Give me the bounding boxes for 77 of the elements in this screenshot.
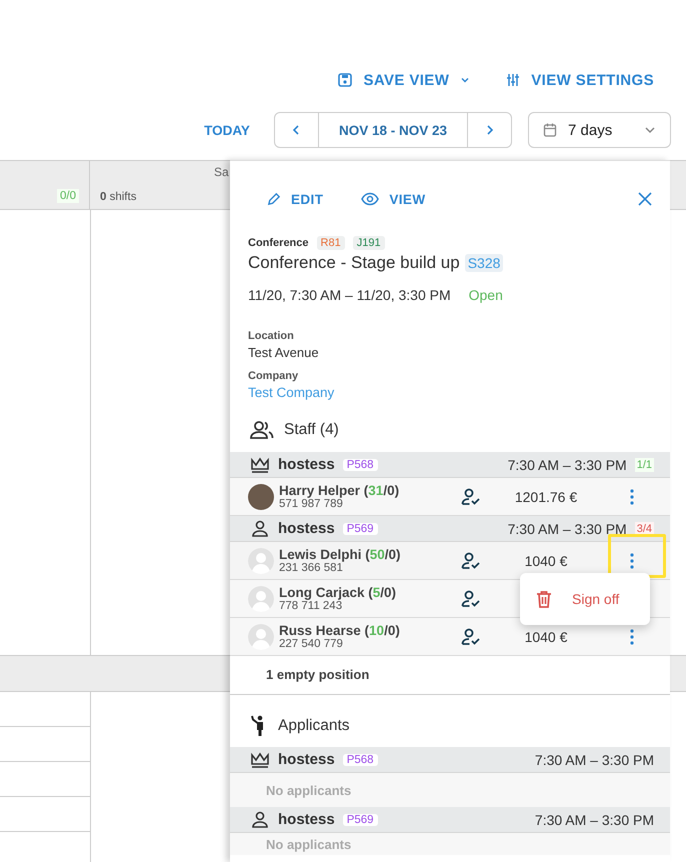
staff-name: Long Carjack (5/0) [279, 585, 398, 600]
pencil-icon [266, 192, 281, 206]
pay-amount: 1201.76 € [514, 488, 578, 504]
shift-time: 7:30 AM – 3:30 PM [534, 752, 654, 768]
crown-icon [250, 456, 270, 474]
avatar-icon [248, 548, 274, 574]
today-button[interactable]: TODAY [204, 122, 250, 138]
category-label: Conference [248, 237, 309, 249]
location-value: Test Avenue [247, 344, 320, 360]
close-button[interactable] [638, 192, 652, 206]
status-label: Open [468, 287, 503, 303]
role-name: hostess [278, 520, 335, 537]
role-name: hostess [278, 811, 335, 828]
person-check-icon [461, 488, 481, 506]
person-check-icon [461, 552, 481, 570]
more-options-icon [630, 552, 634, 568]
position-code: P568 [342, 754, 378, 766]
eye-icon [361, 192, 380, 206]
tag: R81 [316, 236, 345, 250]
pay-amount: 1040 € [524, 552, 568, 568]
empty-note: No applicants [266, 836, 352, 852]
sign-off-menu-item[interactable]: Sign off [520, 573, 650, 625]
phone-number: 571 987 789 [279, 498, 344, 510]
position-code: P568 [342, 458, 378, 470]
edit-button[interactable]: EDIT [266, 192, 324, 206]
avatar-icon [248, 624, 274, 650]
save-view-button[interactable]: SAVE VIEW [337, 68, 472, 92]
person-check-icon [461, 628, 481, 646]
field-label: Company [247, 369, 300, 382]
filled-count: 3/4 [634, 522, 654, 536]
phone-number: 227 540 779 [279, 638, 344, 650]
tag: J191 [352, 236, 385, 250]
field-label: Location [247, 329, 295, 342]
more-options-icon [630, 628, 634, 644]
shift-datetime: 11/20, 7:30 AM – 11/20, 3:30 PM [248, 287, 451, 303]
staff-name: Lewis Delphi (50/0) [279, 547, 402, 562]
filled-count: 1/1 [634, 458, 654, 472]
person-icon [250, 520, 270, 538]
shift-count-badge: 0/0 [57, 189, 79, 203]
role-name: hostess [278, 751, 335, 768]
shift-time: 7:30 AM – 3:30 PM [534, 812, 654, 828]
role-name: hostess [278, 456, 335, 473]
phone-number: 231 366 581 [279, 562, 344, 574]
date-range-button[interactable]: NOV 18 - NOV 23 [318, 113, 468, 147]
sliders-icon [505, 72, 522, 88]
period-dropdown[interactable]: 7 days [528, 112, 671, 148]
position-code: P569 [342, 522, 378, 534]
avatar-icon [248, 586, 274, 612]
trash-icon [536, 590, 552, 608]
position-code: P569 [342, 814, 378, 826]
shift-time: 7:30 AM – 3:30 PM [508, 456, 627, 472]
empty-position-note: 1 empty position [230, 656, 670, 695]
close-icon [638, 192, 652, 206]
shift-time: 7:30 AM – 3:30 PM [508, 520, 627, 536]
view-settings-button[interactable]: VIEW SETTINGS [505, 68, 654, 92]
person-icon [250, 810, 270, 828]
day-heading: Sa [214, 165, 229, 179]
calendar-icon [542, 122, 558, 138]
photo-placeholder [248, 484, 274, 510]
empty-note: No applicants [266, 782, 352, 798]
people-icon [250, 420, 274, 440]
staff-name: Harry Helper (31/0) [279, 483, 400, 498]
pay-amount: 1040 € [524, 628, 568, 644]
staff-name: Russ Hearse (10/0) [279, 623, 401, 638]
company-link[interactable]: Test Company [230, 382, 334, 400]
chevron-right-icon [484, 124, 494, 136]
more-options-icon [630, 488, 634, 504]
person-check-icon [461, 590, 481, 608]
shift-count: 0 shifts [100, 191, 136, 203]
phone-number: 778 711 243 [279, 600, 344, 612]
shift-title: Conference - Stage build up [248, 253, 460, 273]
shift-tag: S328 [464, 254, 504, 272]
section-title: Staff (4) [284, 421, 339, 439]
crown-icon [250, 750, 270, 768]
view-button[interactable]: VIEW [361, 192, 426, 206]
chevron-left-icon [291, 124, 302, 136]
section-title: Applicants [278, 717, 350, 735]
